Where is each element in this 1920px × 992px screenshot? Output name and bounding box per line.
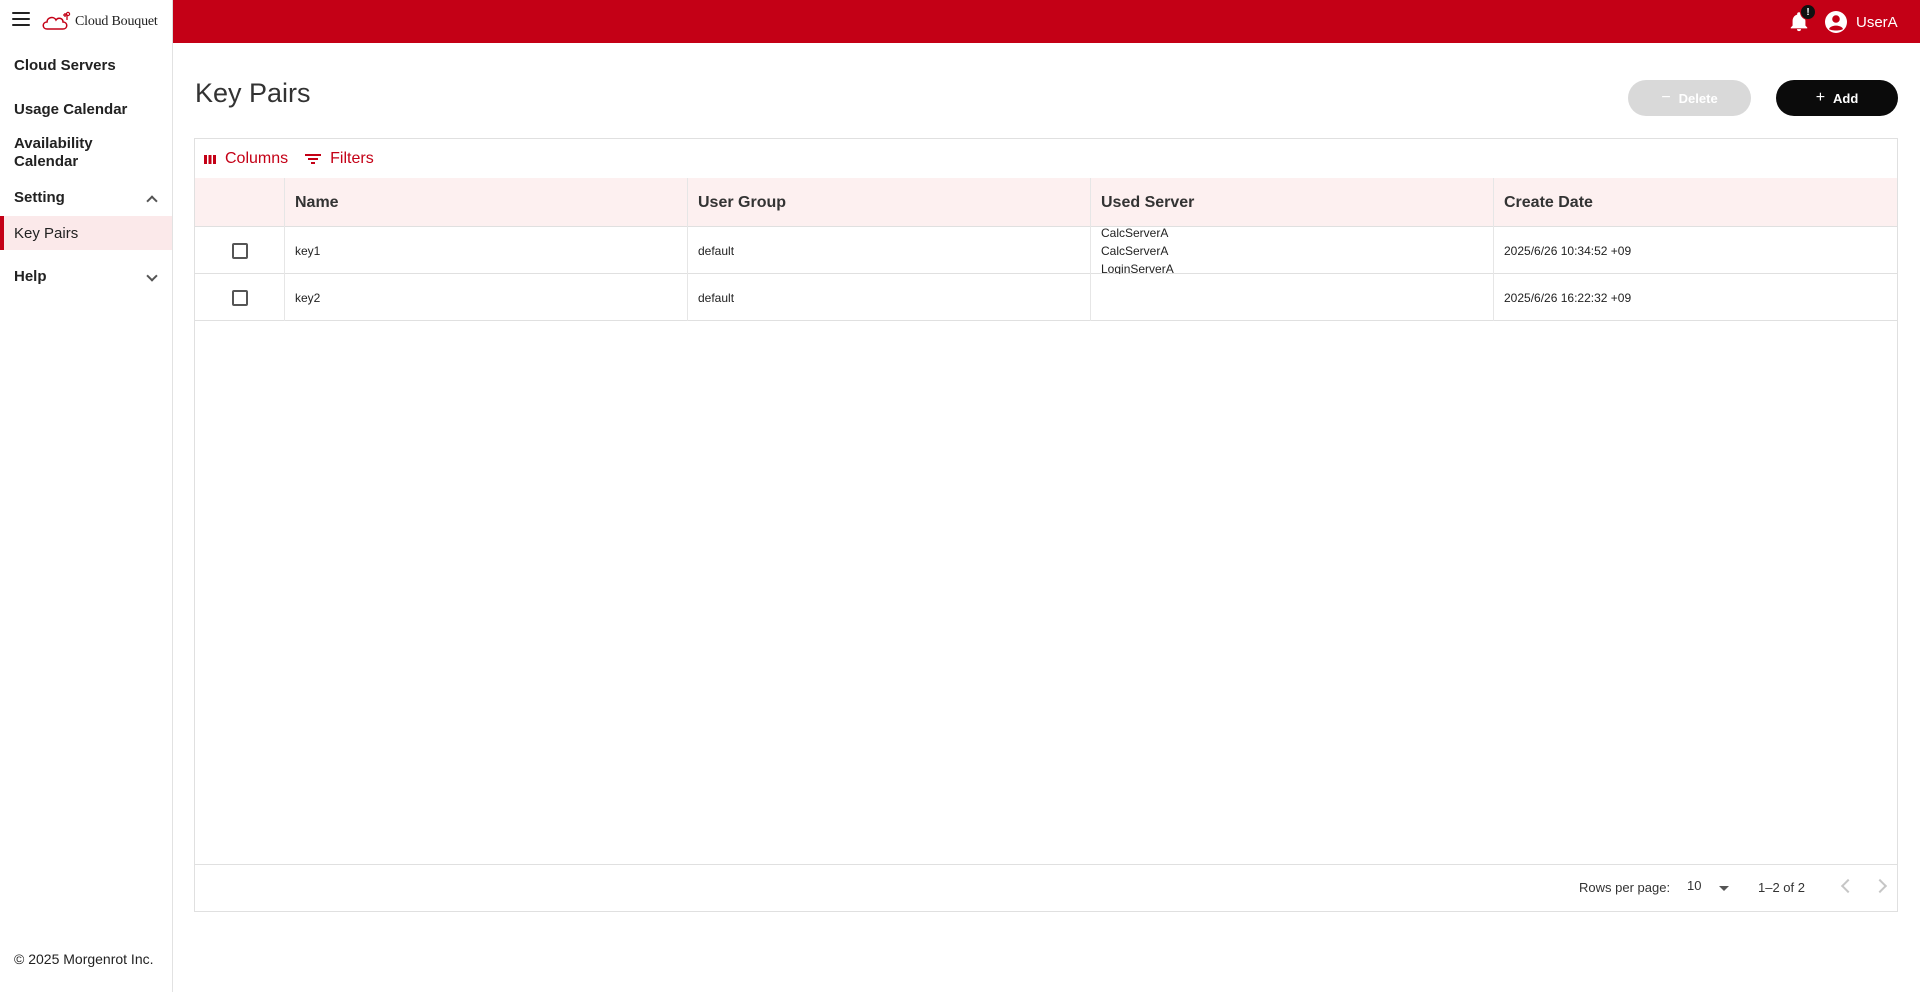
dropdown-arrow-icon — [1719, 886, 1729, 891]
logo-area: Cloud Bouquet — [0, 0, 173, 43]
previous-page-icon[interactable] — [1840, 878, 1856, 894]
rows-per-page-label: Rows per page: — [1579, 880, 1671, 895]
user-name: UserA — [1856, 13, 1898, 31]
sidebar-item-cloud-servers[interactable]: Cloud Servers — [0, 57, 172, 74]
key-pairs-data-grid: Columns Filters Name User Group Used Ser… — [194, 138, 1898, 912]
chevron-down-icon — [146, 270, 158, 282]
sidebar-item-label: Availability Calendar — [14, 135, 93, 170]
delete-button[interactable]: − Delete — [1628, 80, 1751, 116]
sidebar-item-availability-calendar[interactable]: Availability Calendar — [0, 135, 172, 171]
table-header: Name User Group Used Server Create Date — [195, 178, 1897, 227]
cell-name: key2 — [285, 274, 688, 321]
select-column-header — [195, 178, 285, 227]
row-checkbox[interactable] — [231, 242, 248, 259]
filters-button[interactable]: Filters — [304, 150, 374, 168]
pagination-footer: Rows per page: 10 1–2 of 2 — [195, 864, 1897, 912]
logo-text: Cloud Bouquet — [75, 14, 158, 29]
sidebar: Cloud Servers Usage Calendar Availabilit… — [0, 43, 173, 992]
copyright-text: © 2025 Morgenrot Inc. — [14, 951, 154, 967]
row-select-cell — [195, 274, 285, 321]
top-app-bar: Cloud Bouquet ! UserA — [0, 0, 1920, 43]
grid-toolbar: Columns Filters — [203, 149, 390, 169]
view-column-icon — [204, 155, 216, 164]
add-button[interactable]: + Add — [1776, 80, 1898, 116]
sidebar-item-label: Key Pairs — [14, 224, 79, 242]
column-header-used-server[interactable]: Used Server — [1091, 178, 1494, 227]
sidebar-item-usage-calendar[interactable]: Usage Calendar — [0, 101, 172, 118]
column-header-name[interactable]: Name — [285, 178, 688, 227]
chevron-up-icon — [146, 195, 158, 207]
cell-create-date: 2025/6/26 10:34:52 +09 — [1504, 243, 1632, 258]
user-menu[interactable]: UserA — [1824, 9, 1898, 35]
table-row[interactable]: key1 default CalcServerA CalcServerA Log… — [195, 227, 1897, 274]
sidebar-item-help[interactable]: Help — [0, 268, 172, 288]
page-range-text: 1–2 of 2 — [1758, 880, 1805, 895]
sidebar-item-setting[interactable]: Setting — [0, 189, 172, 209]
account-circle-icon — [1825, 11, 1847, 33]
sidebar-item-label: Setting — [14, 189, 65, 206]
sidebar-item-key-pairs[interactable]: Key Pairs — [0, 216, 172, 250]
cloud-bouquet-logo-icon — [42, 11, 71, 30]
minus-icon: − — [1661, 89, 1671, 106]
cell-name: key1 — [285, 227, 688, 274]
page-title: Key Pairs — [195, 78, 311, 108]
sidebar-item-label: Cloud Servers — [14, 57, 116, 74]
used-server-item: CalcServerA — [1101, 227, 1169, 240]
columns-button[interactable]: Columns — [203, 150, 288, 168]
column-header-user-group[interactable]: User Group — [688, 178, 1091, 227]
column-header-create-date[interactable]: Create Date — [1494, 178, 1897, 227]
add-button-label: Add — [1833, 90, 1859, 106]
cell-user-group: default — [688, 274, 1091, 321]
row-select-cell — [195, 227, 285, 274]
plus-icon: + — [1815, 89, 1826, 106]
cell-create-date: 2025/6/26 16:22:32 +09 — [1504, 290, 1632, 305]
next-page-icon[interactable] — [1872, 878, 1888, 894]
columns-button-label: Columns — [225, 150, 289, 167]
cell-used-server — [1091, 274, 1494, 321]
cell-used-server: CalcServerA CalcServerA LoginServerA — [1091, 227, 1494, 274]
delete-button-label: Delete — [1678, 90, 1718, 106]
table-row[interactable]: key2 default 2025/6/26 16:22:32 +09 — [195, 274, 1897, 321]
hamburger-menu-icon[interactable] — [12, 12, 30, 30]
used-server-item: LoginServerA — [1101, 261, 1174, 275]
app-logo[interactable]: Cloud Bouquet — [41, 9, 158, 35]
rows-per-page-select[interactable]: 10 — [1687, 878, 1731, 898]
used-server-item: CalcServerA — [1101, 243, 1169, 258]
notification-badge: ! — [1800, 4, 1816, 20]
sidebar-item-label: Usage Calendar — [14, 101, 128, 118]
cell-user-group: default — [688, 227, 1091, 274]
row-checkbox[interactable] — [231, 289, 248, 306]
filter-list-icon — [305, 154, 322, 164]
filters-button-label: Filters — [330, 150, 374, 167]
sidebar-item-label: Help — [14, 268, 47, 285]
rows-per-page-value: 10 — [1687, 878, 1702, 893]
